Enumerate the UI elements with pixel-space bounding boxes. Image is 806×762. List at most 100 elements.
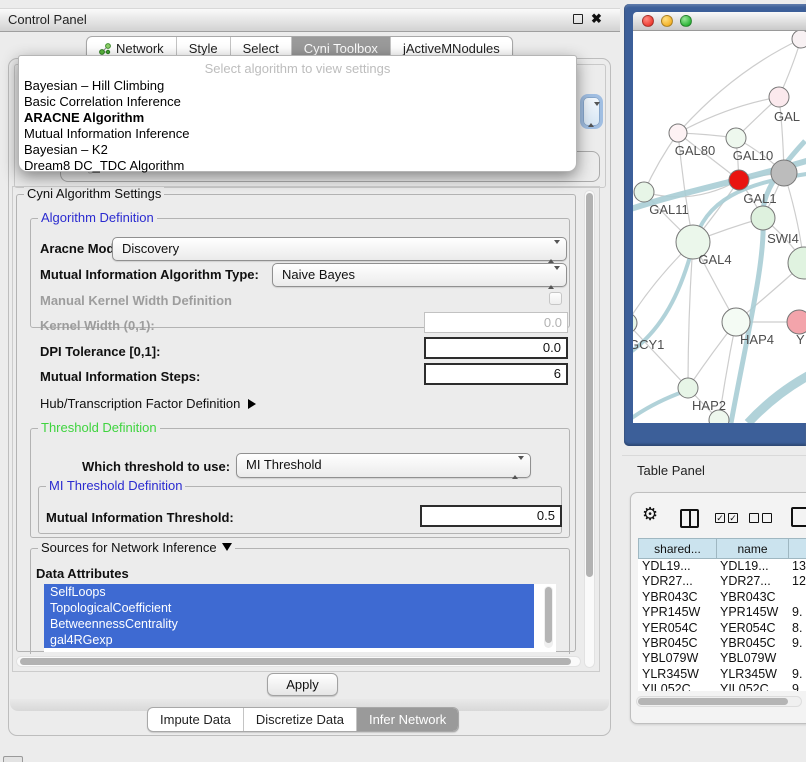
table-row[interactable]: YDR27...YDR27...12 bbox=[638, 574, 806, 589]
mi-type-select[interactable]: Naive Bayes bbox=[272, 263, 567, 287]
table-cell: YBR043C bbox=[716, 590, 788, 605]
network-node[interactable] bbox=[792, 31, 806, 48]
attribute-item-betweennesscentrality[interactable]: BetweennessCentrality bbox=[44, 616, 534, 632]
network-icon bbox=[99, 43, 111, 55]
attribute-item-gal4rgexp[interactable]: gal4RGexp bbox=[44, 632, 534, 648]
algorithm-item-basic-correlation-inference[interactable]: Basic Correlation Inference bbox=[19, 94, 576, 110]
column-header-name[interactable]: name bbox=[716, 538, 788, 559]
close-icon[interactable]: ✖ bbox=[591, 10, 602, 28]
network-node[interactable] bbox=[729, 170, 749, 190]
table-cell: YER054C bbox=[716, 621, 788, 636]
deselect-all-icon[interactable] bbox=[749, 513, 772, 523]
table-row[interactable]: YBR045CYBR045C9. bbox=[638, 636, 806, 651]
column-header-shared[interactable]: shared... bbox=[638, 538, 716, 559]
table-cell: YPR145W bbox=[638, 605, 716, 620]
node-label-y: Y bbox=[796, 332, 805, 347]
algorithm-combo-button[interactable] bbox=[583, 97, 600, 126]
network-node[interactable] bbox=[669, 124, 687, 142]
gear-icon[interactable]: ⚙ bbox=[642, 504, 658, 524]
network-node[interactable] bbox=[769, 87, 789, 107]
table-row[interactable]: YIL052CYIL052C9 bbox=[638, 682, 806, 691]
table-row[interactable]: YBR043CYBR043C bbox=[638, 590, 806, 605]
table-row[interactable]: YLR345WYLR345W9. bbox=[638, 667, 806, 682]
settings-hscrollbar-thumb[interactable] bbox=[20, 658, 571, 665]
table-cell: YIL052C bbox=[716, 682, 788, 691]
mi-threshold-title: MI Threshold Definition bbox=[46, 479, 185, 493]
aracne-mode-value: Discovery bbox=[122, 238, 179, 260]
disclosure-down-icon bbox=[222, 543, 232, 551]
network-node[interactable] bbox=[634, 182, 654, 202]
network-node[interactable] bbox=[633, 313, 637, 333]
kernel-width-field[interactable]: 0.0 bbox=[424, 312, 568, 333]
hub-definition-label: Hub/Transcription Factor Definition bbox=[40, 396, 240, 411]
sources-toggle[interactable]: Sources for Network Inference bbox=[38, 541, 235, 555]
network-node[interactable] bbox=[787, 310, 806, 334]
network-node[interactable] bbox=[726, 128, 746, 148]
table-row[interactable]: YDL19...YDL19...13 bbox=[638, 559, 806, 574]
algorithm-item-bayesian-hill-climbing[interactable]: Bayesian – Hill Climbing bbox=[19, 78, 576, 94]
aracne-mode-select[interactable]: Discovery bbox=[112, 237, 567, 261]
apply-button[interactable]: Apply bbox=[267, 673, 338, 696]
node-label-gal4: GAL4 bbox=[698, 252, 731, 267]
mi-threshold-field[interactable]: 0.5 bbox=[420, 505, 562, 527]
data-attributes-label: Data Attributes bbox=[36, 566, 129, 582]
hub-definition-toggle[interactable]: Hub/Transcription Factor Definition bbox=[40, 396, 256, 412]
node-label-swi4: SWI4 bbox=[767, 231, 799, 246]
network-canvas[interactable]: GALGAL80GAL10GAL1GAL11SWI4GAL4GCY1HAP4YH… bbox=[633, 31, 806, 423]
node-label-gal11: GAL11 bbox=[649, 202, 689, 217]
table-row[interactable]: YER054CYER054C8. bbox=[638, 621, 806, 636]
select-all-icon[interactable]: ✓✓ bbox=[715, 513, 738, 523]
table-row[interactable]: YBL079WYBL079W bbox=[638, 651, 806, 666]
node-label-hap2: HAP2 bbox=[692, 398, 726, 413]
table-cell: YBL079W bbox=[638, 651, 716, 666]
combo-arrows-icon bbox=[588, 106, 600, 124]
column-header-clipped[interactable] bbox=[788, 538, 806, 559]
mi-steps-field[interactable]: 6 bbox=[424, 363, 568, 385]
settings-vscrollbar-thumb[interactable] bbox=[586, 193, 593, 577]
network-node[interactable] bbox=[678, 378, 698, 398]
minimized-panel-icon[interactable] bbox=[3, 756, 23, 762]
minimize-traffic-light[interactable] bbox=[661, 15, 673, 27]
tab-infer-network[interactable]: Infer Network bbox=[357, 708, 458, 731]
algorithm-item-mutual-information-inference[interactable]: Mutual Information Inference bbox=[19, 126, 576, 142]
manual-kernel-checkbox[interactable] bbox=[549, 292, 562, 305]
table-hscrollbar-thumb[interactable] bbox=[638, 698, 788, 705]
kernel-width-label: Kernel Width (0,1): bbox=[40, 318, 155, 334]
dpi-tolerance-field[interactable]: 0.0 bbox=[424, 337, 568, 359]
table-cell: 9. bbox=[788, 636, 806, 651]
node-label-hap4: HAP4 bbox=[740, 332, 774, 347]
float-window-icon[interactable] bbox=[573, 14, 583, 24]
table-cell: 9 bbox=[788, 682, 806, 691]
table-cell: YLR345W bbox=[716, 667, 788, 682]
network-node[interactable] bbox=[751, 206, 775, 230]
data-attributes-list: SelfLoopsTopologicalCoefficientBetweenne… bbox=[44, 584, 556, 652]
combo-arrows-icon bbox=[548, 244, 560, 259]
new-table-icon[interactable] bbox=[791, 507, 806, 527]
algorithm-item-dream8-dc-tdc-algorithm[interactable]: Dream8 DC_TDC Algorithm bbox=[19, 158, 576, 174]
node-label-gcy1: GCY1 bbox=[633, 337, 664, 352]
attribute-item-selfloops[interactable]: SelfLoops bbox=[44, 584, 534, 600]
table-cell bbox=[788, 651, 806, 666]
control-panel-titlebar: Control Panel bbox=[0, 8, 620, 32]
columns-icon[interactable] bbox=[680, 509, 699, 528]
tab-discretize-data[interactable]: Discretize Data bbox=[244, 708, 357, 731]
attribute-item-topologicalcoefficient[interactable]: TopologicalCoefficient bbox=[44, 600, 534, 616]
node-label-gal10: GAL10 bbox=[733, 148, 773, 163]
table-cell: YLR345W bbox=[638, 667, 716, 682]
tab-impute-data[interactable]: Impute Data bbox=[148, 708, 244, 731]
algorithm-item-aracne-algorithm[interactable]: ARACNE Algorithm bbox=[19, 110, 576, 126]
close-traffic-light[interactable] bbox=[642, 15, 654, 27]
network-node[interactable] bbox=[771, 160, 797, 186]
which-threshold-select[interactable]: MI Threshold bbox=[236, 453, 531, 478]
table-row[interactable]: YPR145WYPR145W9. bbox=[638, 605, 806, 620]
zoom-traffic-light[interactable] bbox=[680, 15, 692, 27]
table-cell: YBR045C bbox=[716, 636, 788, 651]
network-window-titlebar[interactable] bbox=[633, 12, 806, 31]
attributes-scrollbar[interactable] bbox=[544, 586, 553, 648]
control-panel-title: Control Panel bbox=[8, 9, 87, 31]
screen: Control Panel ✖ NetworkStyleSelectCyni T… bbox=[0, 0, 806, 762]
algorithm-item-bayesian-k2[interactable]: Bayesian – K2 bbox=[19, 142, 576, 158]
dpi-tolerance-label: DPI Tolerance [0,1]: bbox=[40, 344, 160, 360]
table-cell: 12 bbox=[788, 574, 806, 589]
disclosure-right-icon bbox=[248, 399, 256, 409]
